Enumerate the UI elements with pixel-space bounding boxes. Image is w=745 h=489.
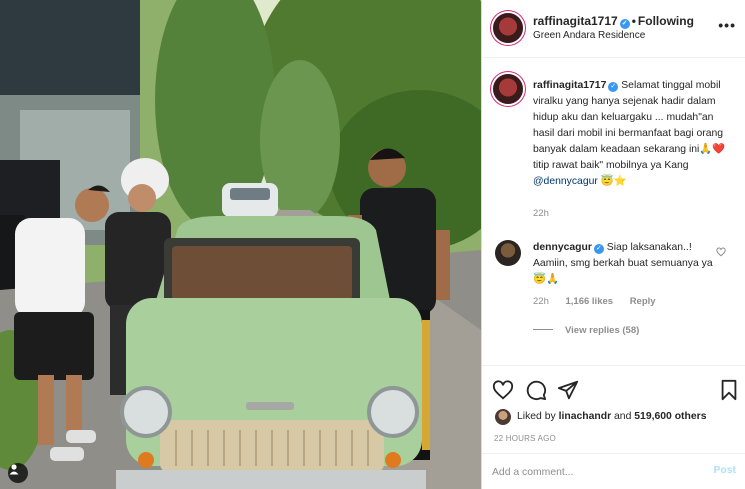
- comment-like-icon[interactable]: [716, 247, 726, 257]
- post-sidebar: raffinagita1717 ✓ • Following Green Andara …: [481, 0, 745, 489]
- liker-avatar[interactable]: [495, 409, 511, 425]
- caption-timestamp: 22h: [533, 208, 549, 219]
- follow-status-button[interactable]: Following: [638, 14, 694, 28]
- add-comment-bar: Post: [482, 453, 745, 489]
- reply-button[interactable]: Reply: [630, 296, 656, 307]
- likes-summary: Liked by linachandr and 519,600 others: [517, 411, 706, 422]
- post-photo[interactable]: [0, 0, 481, 489]
- view-replies-button[interactable]: View replies (58): [533, 325, 639, 336]
- likes-count-link[interactable]: 519,600 others: [634, 411, 706, 422]
- verified-badge-icon: ✓: [619, 19, 630, 29]
- caption-author-avatar[interactable]: [493, 74, 523, 104]
- location-link[interactable]: Green Andara Residence: [533, 30, 645, 41]
- likes-prefix: Liked by: [517, 411, 556, 422]
- share-icon[interactable]: [557, 379, 579, 401]
- comment-timestamp: 22h: [533, 296, 549, 307]
- comment-likes-link[interactable]: 1,166 likes: [566, 296, 614, 307]
- comment-icon[interactable]: [525, 379, 547, 401]
- caption-username[interactable]: raffinagita1717: [533, 80, 606, 91]
- heart-icon[interactable]: [492, 379, 514, 401]
- liker-username[interactable]: linachandr: [559, 411, 612, 422]
- author-line: raffinagita1717 ✓ • Following: [533, 14, 694, 29]
- caption-text: raffinagita1717 ✓ Selamat tinggal mobil v…: [533, 78, 733, 190]
- bookmark-icon[interactable]: [718, 379, 740, 401]
- more-options-icon[interactable]: •••: [718, 17, 736, 33]
- caption-mention-link[interactable]: @dennycagur: [533, 176, 598, 187]
- author-username[interactable]: raffinagita1717: [533, 14, 618, 28]
- comment-meta: 22h 1,166 likes Reply: [533, 296, 670, 307]
- commenter-avatar[interactable]: [495, 240, 521, 266]
- caption-body: Selamat tinggal mobil viralku yang hanya…: [533, 80, 726, 171]
- view-replies-label: View replies (58): [565, 325, 640, 336]
- separator-dot: •: [631, 14, 636, 28]
- post-timestamp: 22 HOURS AGO: [494, 434, 556, 443]
- author-avatar[interactable]: [493, 13, 523, 43]
- commenter-username[interactable]: dennycagur: [533, 242, 592, 253]
- caption-verified-badge-icon: ✓: [608, 82, 619, 92]
- photo-scene: [0, 0, 481, 489]
- post-comment-button[interactable]: Post: [713, 465, 736, 476]
- comment-input[interactable]: [492, 463, 692, 481]
- likes-connector: and: [614, 411, 632, 422]
- comments-section: raffinagita1717 ✓ Selamat tinggal mobil v…: [482, 58, 745, 365]
- post-header: raffinagita1717 ✓ • Following Green Andara …: [482, 0, 745, 58]
- caption-emoji: 😇⭐: [600, 176, 627, 187]
- view-replies-line: [533, 329, 553, 330]
- user-tag-icon[interactable]: [8, 463, 28, 483]
- commenter-verified-badge-icon: ✓: [593, 244, 604, 254]
- comment-text: dennycagur ✓ Siap laksanakan..! Aamiin, s…: [533, 240, 713, 288]
- user-tag-glyph: [9, 464, 19, 475]
